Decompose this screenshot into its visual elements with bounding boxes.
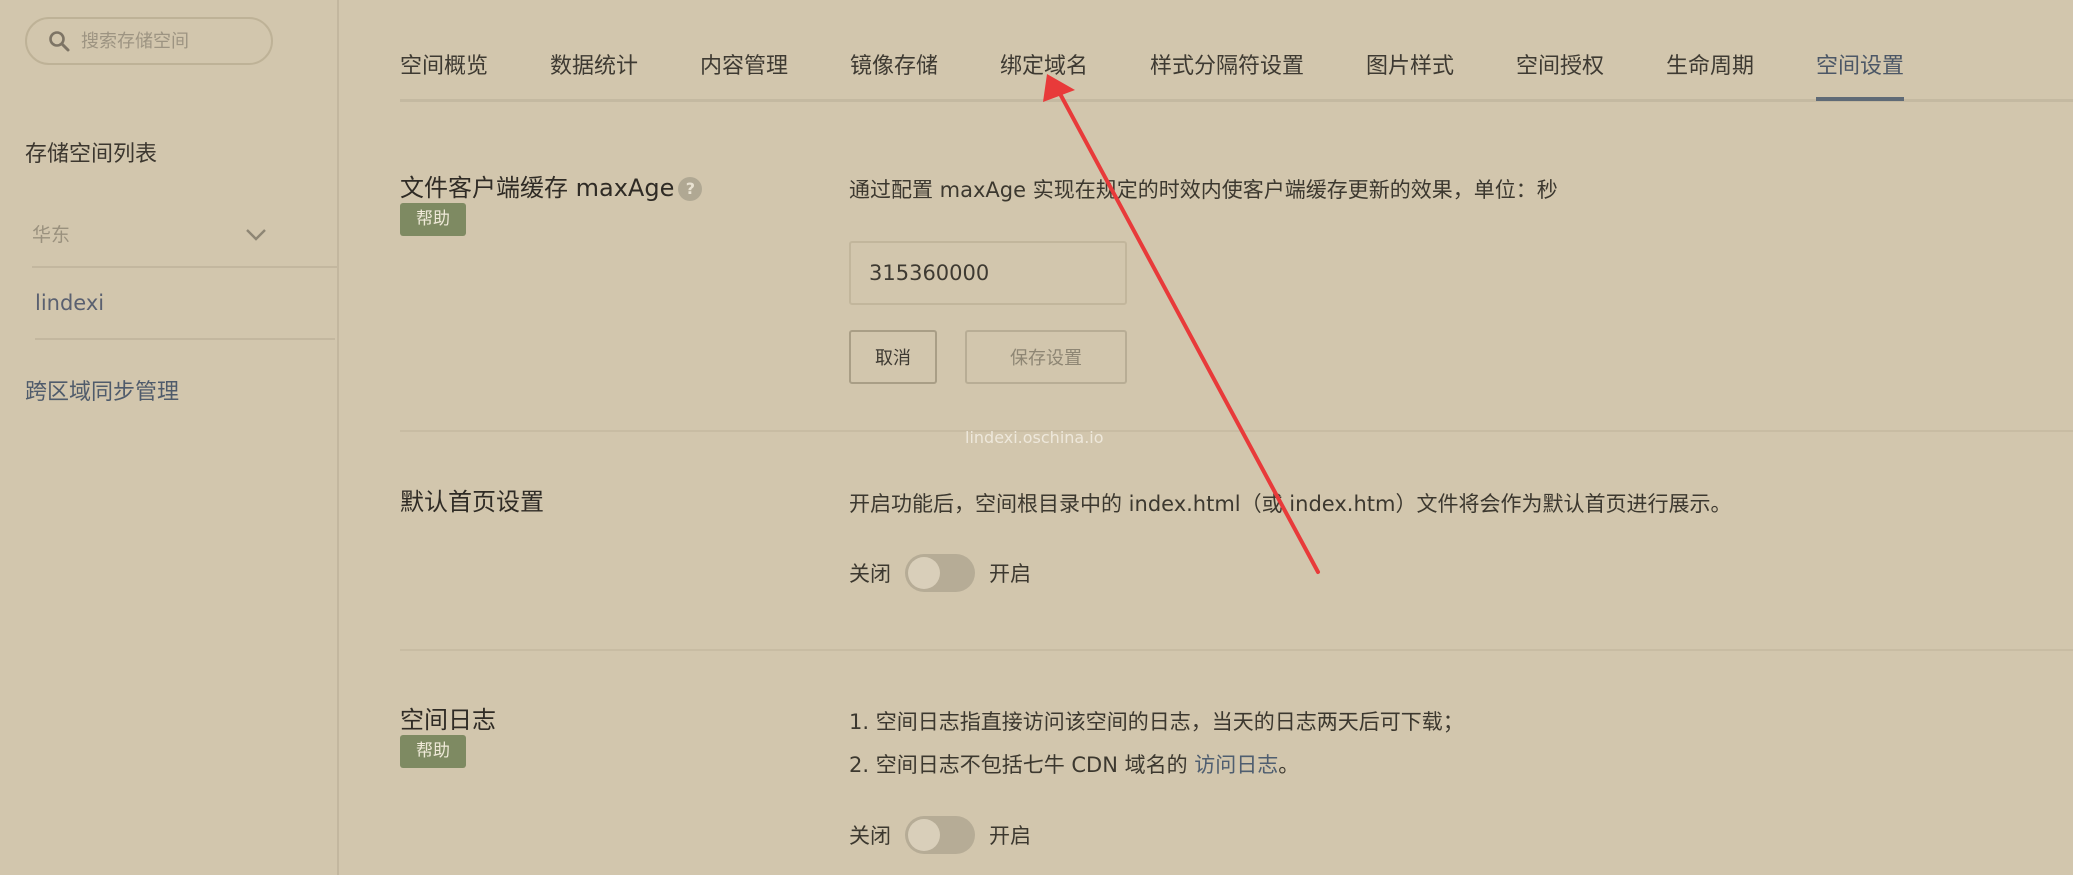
section-divider xyxy=(400,430,2073,432)
cancel-button[interactable]: 取消 xyxy=(849,330,937,384)
tab-lifecycle[interactable]: 生命周期 xyxy=(1666,48,1754,80)
tab-style-separator[interactable]: 样式分隔符设置 xyxy=(1150,48,1304,80)
tab-overview[interactable]: 空间概览 xyxy=(400,48,488,80)
max-age-title-text: 文件客户端缓存 maxAge xyxy=(400,174,675,202)
save-settings-button[interactable]: 保存设置 xyxy=(965,330,1127,384)
max-age-description: 通过配置 maxAge 实现在规定的时效内使客户端缓存更新的效果，单位：秒 xyxy=(849,178,1558,202)
toggle-off-label: 关闭 xyxy=(849,824,891,848)
tab-space-settings[interactable]: 空间设置 xyxy=(1816,48,1904,80)
default-index-toggle[interactable] xyxy=(905,554,975,592)
space-log-line-2: 2. 空间日志不包括七牛 CDN 域名的 访问日志。 xyxy=(849,749,1299,779)
watermark: lindexi.oschina.io xyxy=(965,428,1104,447)
space-log-title: 空间日志 xyxy=(400,706,496,734)
max-age-help-badge[interactable]: 帮助 xyxy=(400,203,466,236)
search-icon xyxy=(49,31,70,52)
space-log-line-1: 1. 空间日志指直接访问该空间的日志，当天的日志两天后可下载； xyxy=(849,710,1464,734)
chevron-down-icon xyxy=(246,229,266,241)
active-tab-indicator xyxy=(1816,97,1904,101)
space-log-help-badge[interactable]: 帮助 xyxy=(400,735,466,768)
sidebar-item-lindexi[interactable]: lindexi xyxy=(35,268,337,340)
toggle-knob xyxy=(908,819,940,851)
search-box[interactable] xyxy=(25,17,273,65)
tab-space-authorization[interactable]: 空间授权 xyxy=(1516,48,1604,80)
tab-content-management[interactable]: 内容管理 xyxy=(700,48,788,80)
access-log-link[interactable]: 访问日志 xyxy=(1194,753,1278,777)
tab-mirror-storage[interactable]: 镜像存储 xyxy=(850,48,938,80)
tab-bar: 空间概览 数据统计 内容管理 镜像存储 绑定域名 样式分隔符设置 图片样式 空间… xyxy=(400,0,2073,104)
toggle-on-label: 开启 xyxy=(989,562,1031,586)
sidebar: 存储空间列表 华东 lindexi 跨区域同步管理 xyxy=(0,0,339,875)
region-selector[interactable]: 华东 xyxy=(32,206,337,268)
max-age-input[interactable] xyxy=(849,241,1127,305)
toggle-off-label: 关闭 xyxy=(849,562,891,586)
question-icon[interactable]: ? xyxy=(678,177,703,201)
search-input[interactable] xyxy=(79,29,263,53)
max-age-title: 文件客户端缓存 maxAge? xyxy=(400,168,703,203)
section-divider xyxy=(400,649,2073,651)
cross-region-sync-link[interactable]: 跨区域同步管理 xyxy=(25,374,179,406)
default-index-toggle-row: 关闭 开启 xyxy=(849,554,1031,592)
active-item-rail xyxy=(335,268,337,340)
toggle-on-label: 开启 xyxy=(989,824,1031,848)
space-log-line-2-suffix: 。 xyxy=(1278,753,1300,777)
space-log-toggle-row: 关闭 开启 xyxy=(849,816,1031,854)
tab-image-style[interactable]: 图片样式 xyxy=(1366,48,1454,80)
region-label: 华东 xyxy=(32,224,71,246)
space-log-line-2-prefix: 2. 空间日志不包括七牛 CDN 域名的 xyxy=(849,753,1195,777)
default-index-title: 默认首页设置 xyxy=(400,488,544,516)
tab-statistics[interactable]: 数据统计 xyxy=(550,48,638,80)
tab-bind-domain[interactable]: 绑定域名 xyxy=(1000,48,1088,80)
toggle-knob xyxy=(908,557,940,589)
bucket-list-title: 存储空间列表 xyxy=(25,142,158,167)
space-log-toggle[interactable] xyxy=(905,816,975,854)
default-index-description: 开启功能后，空间根目录中的 index.html（或 index.htm）文件将… xyxy=(849,492,1732,516)
